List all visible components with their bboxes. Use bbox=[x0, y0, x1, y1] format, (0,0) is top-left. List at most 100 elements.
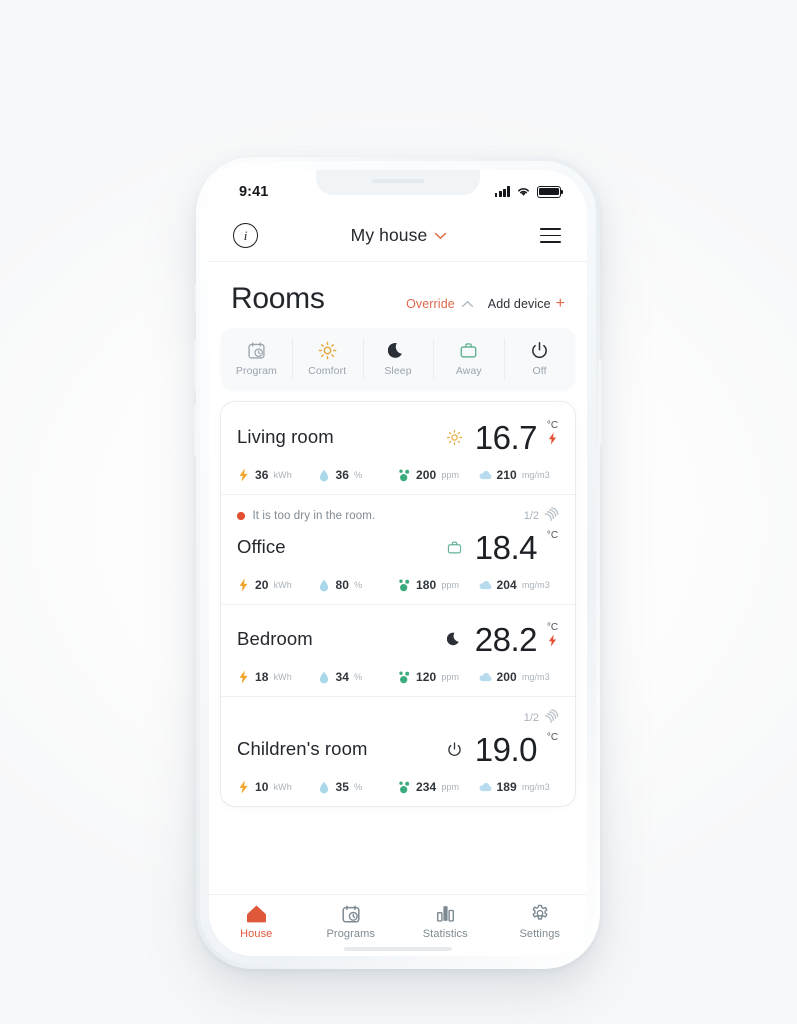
tab-label-programs: Programs bbox=[326, 928, 375, 940]
tab-settings[interactable]: Settings bbox=[493, 903, 588, 940]
lightning-bolt-icon bbox=[237, 578, 250, 592]
room-main: Living room 16.7 °C bbox=[237, 416, 559, 458]
sensor-meta: 1/2 bbox=[523, 708, 559, 728]
metric-unit: % bbox=[354, 672, 363, 682]
tab-programs[interactable]: Programs bbox=[304, 903, 399, 940]
room-card-childrens-room[interactable]: 1/2 Children's room 19.0 °C 10 kWh 35 % … bbox=[221, 696, 575, 806]
temperature-value: 28.2 bbox=[474, 620, 538, 658]
sun-icon bbox=[318, 341, 337, 360]
water-drop-icon bbox=[318, 781, 331, 794]
room-card-office[interactable]: It is too dry in the room. 1/2 Office 18… bbox=[221, 494, 575, 604]
metric-value: 120 bbox=[416, 670, 437, 684]
volume-down-button[interactable] bbox=[193, 405, 197, 457]
calendar-clock-icon bbox=[247, 341, 266, 360]
gear-icon bbox=[530, 903, 550, 924]
alert-text: It is too dry in the room. bbox=[252, 510, 376, 522]
mode-item-program[interactable]: Program bbox=[221, 328, 292, 390]
mode-item-away[interactable]: Away bbox=[433, 328, 504, 390]
moon-icon bbox=[388, 341, 407, 360]
metric-unit: mg/m3 bbox=[521, 782, 550, 792]
metric-unit: kWh bbox=[273, 580, 292, 590]
metric-unit: % bbox=[354, 782, 363, 792]
main-content: Rooms Override Add device + Program Comf… bbox=[209, 262, 587, 956]
metric-value: 35 bbox=[335, 780, 350, 794]
room-name: Bedroom bbox=[237, 628, 313, 649]
home-indicator[interactable] bbox=[344, 947, 452, 951]
nav-title: My house bbox=[350, 225, 428, 245]
metric-airquality: 210 mg/m3 bbox=[479, 468, 560, 482]
metric-value: 234 bbox=[416, 780, 437, 794]
mode-item-sleep[interactable]: Sleep bbox=[362, 328, 434, 390]
info-glyph: i bbox=[243, 227, 248, 243]
room-name: Living room bbox=[237, 426, 334, 447]
house-selector[interactable]: My house bbox=[351, 225, 448, 246]
temperature-value: 18.4 bbox=[474, 528, 538, 566]
metric-airquality: 189 mg/m3 bbox=[479, 780, 560, 794]
temperature-unit: °C bbox=[546, 622, 559, 633]
metric-co2: 180 ppm bbox=[398, 578, 479, 592]
metric-value: 34 bbox=[335, 670, 350, 684]
temperature-suffix: °C bbox=[546, 732, 559, 766]
info-icon[interactable]: i bbox=[233, 223, 258, 248]
temperature-unit: °C bbox=[546, 732, 559, 743]
nav-bar: i My house bbox=[209, 210, 587, 262]
cloud-icon bbox=[479, 470, 492, 481]
room-name: Office bbox=[237, 536, 286, 557]
room-main: Children's room 19.0 °C bbox=[237, 728, 559, 770]
metric-co2: 120 ppm bbox=[398, 670, 479, 684]
mode-label-program: Program bbox=[235, 365, 277, 377]
chevron-up-icon bbox=[461, 301, 473, 308]
room-metrics: 10 kWh 35 % 234 ppm 189 mg/m3 bbox=[237, 780, 559, 794]
hamburger-menu-icon[interactable] bbox=[539, 228, 561, 243]
volume-up-button[interactable] bbox=[193, 339, 197, 391]
cellular-signal-icon bbox=[494, 186, 510, 198]
metric-co2: 234 ppm bbox=[398, 780, 479, 794]
power-button[interactable] bbox=[599, 359, 603, 445]
tab-house[interactable]: House bbox=[209, 903, 304, 940]
metric-airquality: 200 mg/m3 bbox=[479, 670, 560, 684]
moon-icon bbox=[444, 631, 466, 647]
room-card-living-room[interactable]: Living room 16.7 °C 36 kWh 36 % 200 ppm … bbox=[221, 402, 575, 494]
sun-icon bbox=[444, 429, 466, 446]
home-icon bbox=[246, 903, 267, 924]
add-device-button[interactable]: Add device + bbox=[488, 296, 565, 312]
co2-molecule-icon bbox=[398, 469, 411, 482]
metric-value: 36 bbox=[255, 468, 269, 482]
sensor-count: 1/2 bbox=[523, 712, 539, 724]
water-drop-icon bbox=[318, 579, 331, 592]
room-temperature: 18.4 °C bbox=[444, 530, 559, 564]
room-card-bedroom[interactable]: Bedroom 28.2 °C 18 kWh 34 % 120 ppm 200 … bbox=[221, 604, 575, 696]
room-main: Bedroom 28.2 °C bbox=[237, 618, 559, 660]
temperature-suffix: °C bbox=[546, 530, 559, 564]
alert-dot-icon bbox=[237, 512, 245, 520]
metric-unit: kWh bbox=[273, 672, 292, 682]
temperature-value: 19.0 bbox=[474, 730, 538, 768]
override-button[interactable]: Override bbox=[406, 297, 474, 311]
mode-item-off[interactable]: Off bbox=[504, 328, 575, 390]
metric-airquality: 204 mg/m3 bbox=[479, 578, 560, 592]
chevron-down-icon bbox=[435, 232, 447, 239]
room-metrics: 18 kWh 34 % 120 ppm 200 mg/m3 bbox=[237, 670, 559, 684]
mode-item-comfort[interactable]: Comfort bbox=[291, 328, 363, 390]
room-temperature: 28.2 °C bbox=[444, 622, 559, 656]
metric-value: 200 bbox=[496, 670, 517, 684]
metric-energy: 36 kWh bbox=[237, 468, 318, 482]
power-icon bbox=[444, 741, 466, 758]
tab-label-settings: Settings bbox=[519, 928, 561, 940]
lightning-bolt-icon bbox=[548, 432, 557, 445]
metric-unit: kWh bbox=[273, 782, 292, 792]
briefcase-icon bbox=[444, 539, 466, 556]
phone-screen: 9:41 i My house Rooms Override Add devic… bbox=[209, 170, 587, 956]
mode-label-comfort: Comfort bbox=[308, 365, 347, 377]
room-metrics: 36 kWh 36 % 200 ppm 210 mg/m3 bbox=[237, 468, 559, 482]
status-time: 9:41 bbox=[239, 184, 269, 200]
tab-statistics[interactable]: Statistics bbox=[398, 903, 493, 940]
cloud-icon bbox=[479, 580, 492, 591]
metric-unit: mg/m3 bbox=[521, 672, 550, 682]
metric-energy: 18 kWh bbox=[237, 670, 318, 684]
bar-chart-icon bbox=[436, 903, 455, 924]
metric-energy: 20 kWh bbox=[237, 578, 318, 592]
page-background: 9:41 i My house Rooms Override Add devic… bbox=[0, 0, 797, 1024]
silent-switch[interactable] bbox=[194, 285, 197, 313]
metric-unit: % bbox=[354, 580, 363, 590]
